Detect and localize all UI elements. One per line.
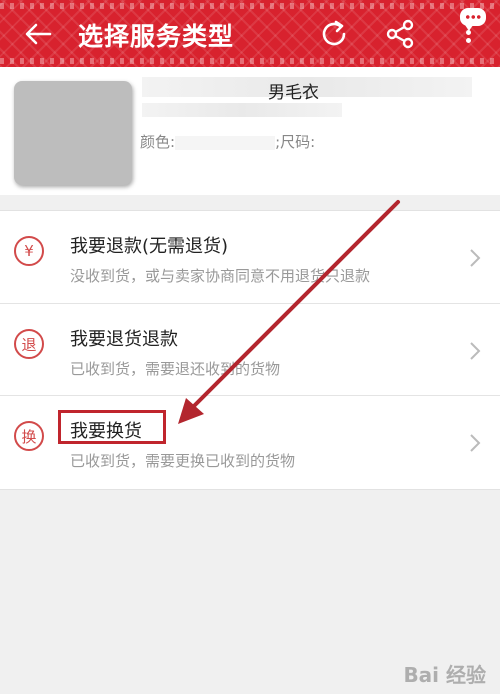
product-card: 男毛衣 颜色: ;尺码:	[0, 67, 500, 195]
product-name: 男毛衣	[268, 83, 319, 103]
product-spec: 颜色: ;尺码:	[140, 131, 315, 152]
chevron-right-icon	[470, 434, 481, 452]
service-type-list: ¥ 我要退款(无需退货) 没收到货，或与卖家协商同意不用退货只退款 退 我要退货…	[0, 210, 500, 490]
product-thumbnail	[14, 81, 132, 185]
refresh-button[interactable]	[314, 14, 354, 54]
option-refund-only[interactable]: ¥ 我要退款(无需退货) 没收到货，或与卖家协商同意不用退货只退款	[0, 211, 500, 303]
header-bar: 选择服务类型	[0, 0, 500, 67]
blurred-value	[175, 135, 276, 150]
back-button[interactable]	[18, 14, 58, 54]
option-title: 我要退货退款	[70, 329, 178, 350]
page: 选择服务类型 男毛衣 颜色: ;尺码: ¥ 我要退款(无需退货) 没收到货，或与…	[0, 0, 500, 694]
chevron-right-icon	[470, 342, 481, 360]
exchange-icon: 换	[14, 421, 44, 451]
watermark: Bai 经验	[403, 663, 486, 687]
option-title: 我要退款(无需退货)	[70, 236, 229, 257]
chevron-right-icon	[470, 249, 481, 267]
option-description: 已收到货，需要更换已收到的货物	[70, 452, 296, 470]
more-vertical-icon	[466, 30, 472, 50]
chat-dots	[465, 15, 481, 19]
page-title: 选择服务类型	[78, 22, 235, 51]
refund-icon: ¥	[14, 236, 44, 266]
share-button[interactable]	[380, 14, 420, 54]
chat-bubble-icon	[460, 8, 486, 31]
more-button[interactable]	[452, 8, 488, 48]
color-label: 颜色:	[140, 133, 176, 151]
option-return-refund[interactable]: 退 我要退货退款 已收到货，需要退还收到的货物	[0, 303, 500, 396]
header-pattern-band	[0, 58, 500, 64]
option-description: 没收到货，或与卖家协商同意不用退货只退款	[70, 267, 371, 285]
blurred-text	[142, 103, 342, 117]
back-arrow-icon	[25, 23, 52, 45]
header-pattern-band	[0, 3, 500, 9]
option-title: 我要换货	[70, 421, 142, 442]
option-exchange[interactable]: 换 我要换货 已收到货，需要更换已收到的货物	[0, 395, 500, 488]
return-icon: 退	[14, 329, 44, 359]
share-icon	[386, 19, 414, 49]
refresh-icon	[322, 20, 346, 46]
option-description: 已收到货，需要退还收到的货物	[70, 360, 281, 378]
size-label: ;尺码:	[275, 133, 316, 151]
